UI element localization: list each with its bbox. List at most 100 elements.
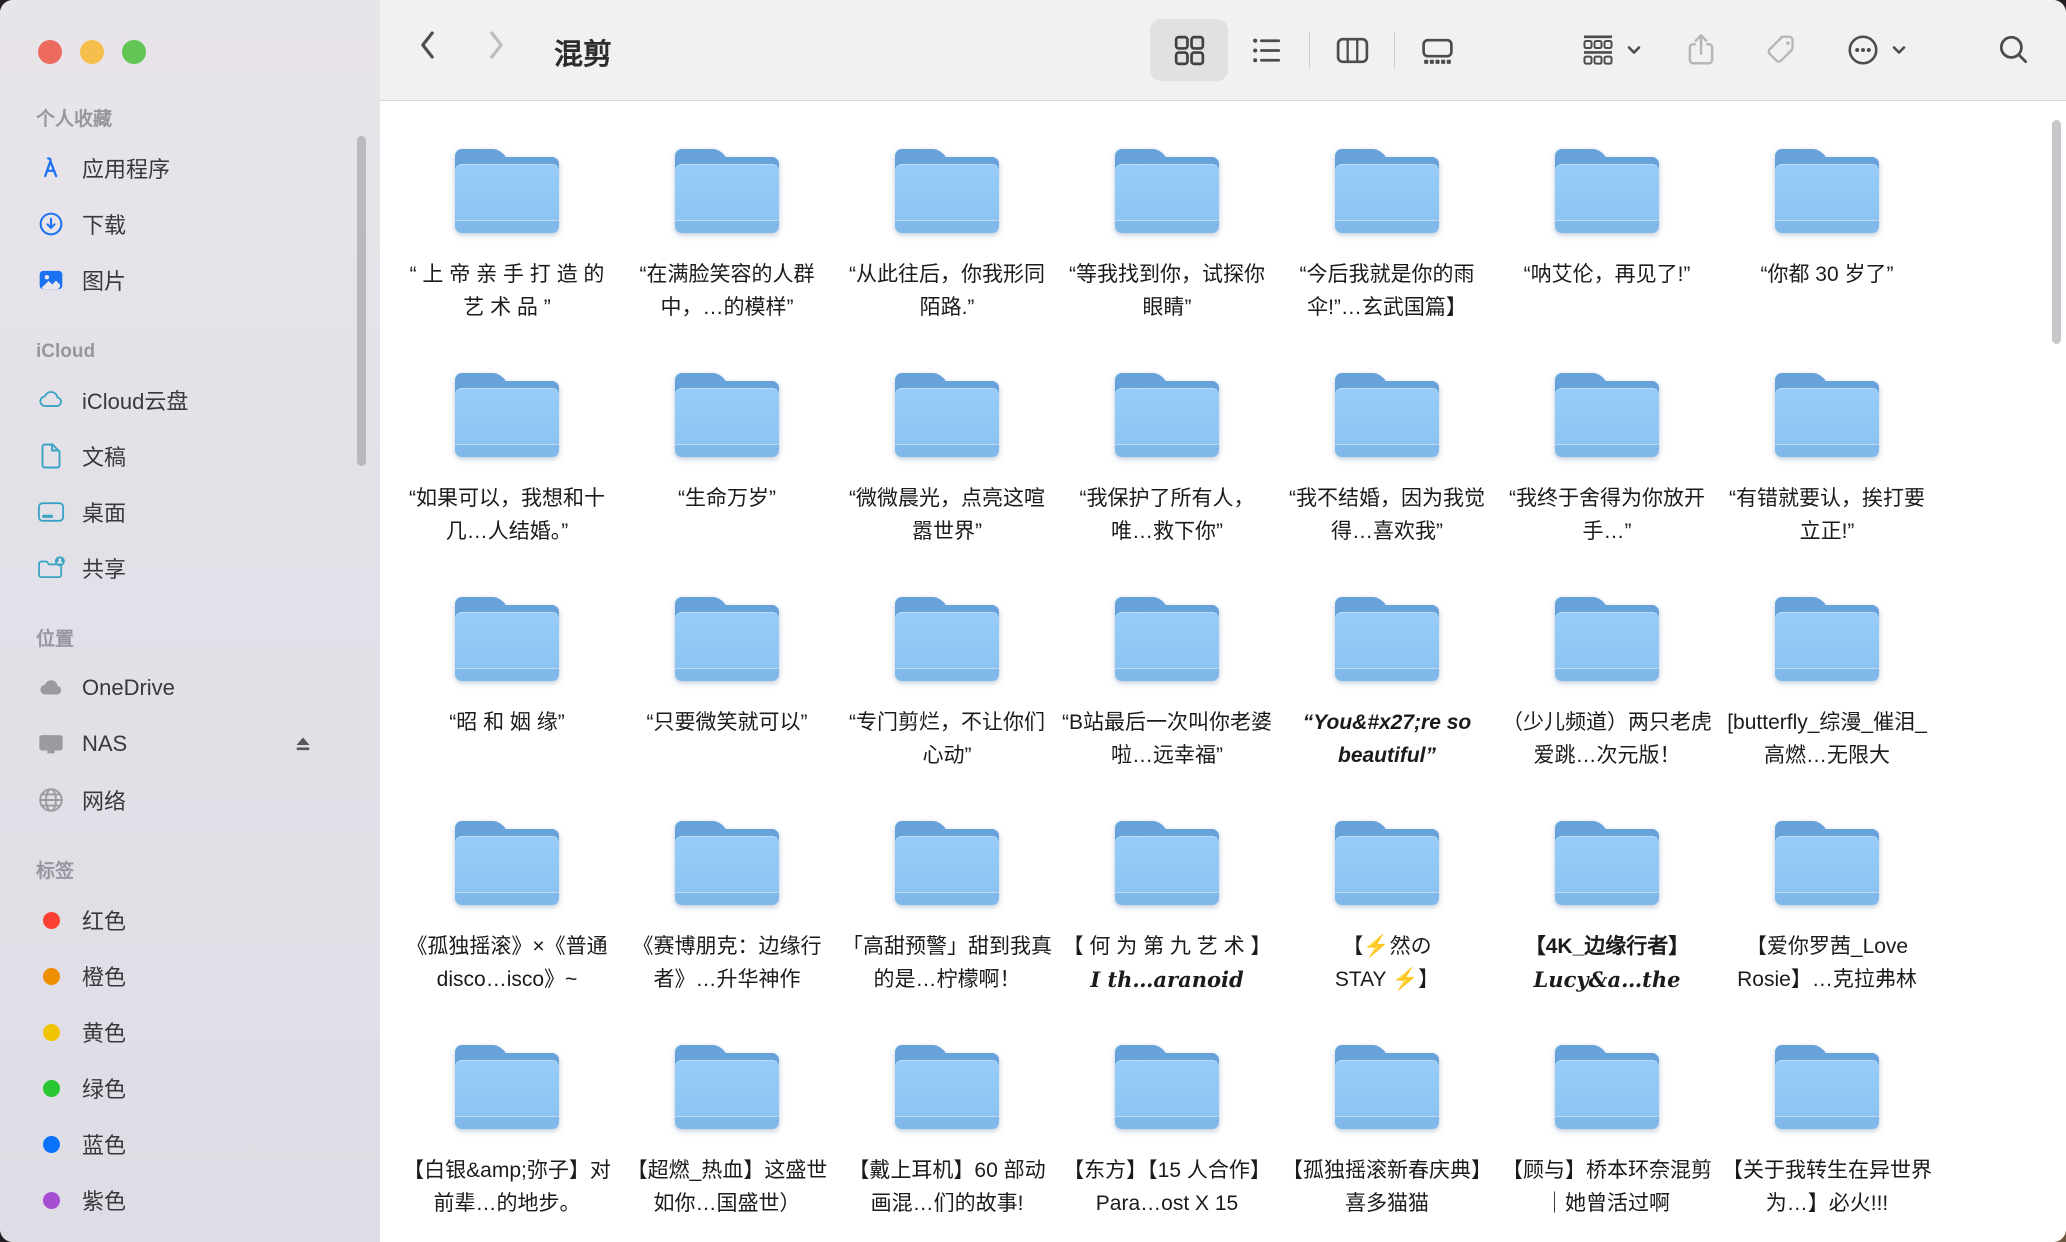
sidebar-item-downloads[interactable]: 下载 (0, 196, 380, 252)
group-button[interactable] (1580, 32, 1643, 68)
folder-item[interactable]: 【关于我转生在异世界为…】必火!!! (1717, 1031, 1937, 1242)
column-view-button[interactable] (1313, 19, 1391, 81)
folder-label: “微微晨光，点亮这喧嚣世界” (841, 482, 1053, 548)
back-button[interactable] (416, 27, 439, 63)
nav-buttons (416, 27, 508, 63)
folder-item[interactable]: “我不结婚，因为我觉得…喜欢我” (1277, 359, 1497, 583)
folder-item[interactable]: 【4K_边缘行者】Lucy&a…the moon (1497, 807, 1717, 1031)
share-button[interactable] (1683, 32, 1719, 68)
folder-item[interactable]: “在满脸笑容的人群中，…的模样” (617, 135, 837, 359)
folder-item[interactable]: 【孤独摇滚新春庆典】喜多猫猫 (1277, 1031, 1497, 1242)
folder-item[interactable]: “B站最后一次叫你老婆啦…远幸福” (1057, 583, 1277, 807)
gallery-view-button[interactable] (1398, 19, 1476, 81)
main-scrollbar[interactable] (2052, 120, 2061, 344)
folder-icon (675, 373, 779, 457)
sidebar-item-network[interactable]: 网络 (0, 772, 380, 828)
appstore-icon (36, 153, 66, 183)
view-switcher (1150, 19, 1476, 81)
folder-item[interactable]: “如果可以，我想和十几…人结婚。” (397, 359, 617, 583)
sidebar-item-tag-red[interactable]: 红色 (0, 892, 380, 948)
folder-item[interactable]: 【爱你罗茜_Love Rosie】…克拉弗林 (1717, 807, 1937, 1031)
sidebar-item-desktop[interactable]: 桌面 (0, 484, 380, 540)
folder-item[interactable]: （少儿频道）两只老虎爱跳…次元版！ (1497, 583, 1717, 807)
folder-item[interactable]: “昭 和 姻 缘” (397, 583, 617, 807)
folder-item[interactable]: “只要微笑就可以” (617, 583, 837, 807)
forward-button[interactable] (485, 27, 508, 63)
icon-view-button[interactable] (1150, 19, 1228, 81)
folder-label: “有错就要认，挨打要立正!” (1721, 482, 1933, 548)
folder-item[interactable]: “我保护了所有人，唯…救下你” (1057, 359, 1277, 583)
folder-icon (1775, 1045, 1879, 1129)
folder-icon (455, 149, 559, 233)
folder-item[interactable]: 【超燃_热血】这盛世如你…国盛世） (617, 1031, 837, 1242)
folder-item[interactable]: “有错就要认，挨打要立正!” (1717, 359, 1937, 583)
folder-item[interactable]: “呐艾伦，再见了!” (1497, 135, 1717, 359)
folder-item[interactable]: “你都 30 岁了” (1717, 135, 1937, 359)
tag-dot-icon (36, 1073, 66, 1103)
folder-item[interactable]: “今后我就是你的雨伞!”…玄武国篇】 (1277, 135, 1497, 359)
folder-item[interactable]: “You&#x27;re so beautiful” (1277, 583, 1497, 807)
minimize-button[interactable] (80, 40, 104, 64)
folder-icon (1335, 373, 1439, 457)
folder-item[interactable]: “我终于舍得为你放开手…” (1497, 359, 1717, 583)
cloud-icon (36, 385, 66, 415)
folder-item[interactable]: 【⚡然のSTAY ⚡】 (1277, 807, 1497, 1031)
sidebar-item-pictures[interactable]: 图片 (0, 252, 380, 308)
folder-item[interactable]: 【戴上耳机】60 部动画混…们的故事! (837, 1031, 1057, 1242)
sidebar-item-shared[interactable]: 共享 (0, 540, 380, 596)
sidebar-item-tag-purple[interactable]: 紫色 (0, 1172, 380, 1228)
folder-label: “我保护了所有人，唯…救下你” (1061, 482, 1273, 548)
folder-item[interactable]: [butterfly_综漫_催泪_高燃…无限大 (1717, 583, 1937, 807)
folder-label: “我不结婚，因为我觉得…喜欢我” (1281, 482, 1493, 548)
toolbar-divider (1309, 31, 1310, 69)
sidebar-item-tag-green[interactable]: 绿色 (0, 1060, 380, 1116)
list-view-button[interactable] (1228, 19, 1306, 81)
folder-item[interactable]: 《孤独摇滚》×《普通disco…isco》~ (397, 807, 617, 1031)
folder-item[interactable]: 【 何 为 第 九 艺 术 】I th…aranoid (1057, 807, 1277, 1031)
folder-item[interactable]: 【白银&amp;弥子】对前辈…的地步。 (397, 1031, 617, 1242)
globe-icon (36, 785, 66, 815)
folder-label: 【白银&amp;弥子】对前辈…的地步。 (401, 1154, 613, 1220)
sidebar-item-label: 应用程序 (82, 152, 170, 184)
more-button[interactable] (1845, 32, 1908, 68)
close-button[interactable] (38, 40, 62, 64)
folder-item[interactable]: “专门剪烂，不让你们心动” (837, 583, 1057, 807)
folder-label: “从此往后，你我形同陌路.” (841, 258, 1053, 324)
sidebar-item-onedrive[interactable]: OneDrive (0, 660, 380, 716)
sidebar-item-icloud-drive[interactable]: iCloud云盘 (0, 372, 380, 428)
sidebar-item-label: 桌面 (82, 496, 126, 528)
folder-item[interactable]: “微微晨光，点亮这喧嚣世界” (837, 359, 1057, 583)
eject-icon[interactable] (292, 733, 314, 755)
folder-label: 【 何 为 第 九 艺 术 】I th…aranoid (1061, 930, 1273, 997)
folder-item[interactable]: “ 上 帝 亲 手 打 造 的 艺 术 品 ” (397, 135, 617, 359)
folder-icon (1555, 149, 1659, 233)
zoom-button[interactable] (122, 40, 146, 64)
folder-item[interactable]: 「高甜预警」甜到我真的是…柠檬啊！ (837, 807, 1057, 1031)
folder-item[interactable]: 【顾与】桥本环奈混剪｜她曾活过啊 (1497, 1031, 1717, 1242)
folder-icon (455, 1045, 559, 1129)
tags-button[interactable] (1765, 32, 1801, 68)
folder-icon (895, 821, 999, 905)
sidebar-item-tag-blue[interactable]: 蓝色 (0, 1116, 380, 1172)
folder-icon (895, 373, 999, 457)
sidebar-item-nas[interactable]: NAS (0, 716, 380, 772)
folder-item[interactable]: “生命万岁” (617, 359, 837, 583)
folder-item[interactable]: 【东方】【15 人合作】Para…ost X 15 (1057, 1031, 1277, 1242)
folder-icon (1335, 1045, 1439, 1129)
folder-icon (675, 1045, 779, 1129)
folder-item[interactable]: “从此往后，你我形同陌路.” (837, 135, 1057, 359)
sidebar-item-tag-yellow[interactable]: 黄色 (0, 1004, 380, 1060)
sidebar-item-documents[interactable]: 文稿 (0, 428, 380, 484)
sidebar-item-label: 共享 (82, 552, 126, 584)
folder-label: 【孤独摇滚新春庆典】喜多猫猫 (1281, 1154, 1493, 1220)
sidebar-item-applications[interactable]: 应用程序 (0, 140, 380, 196)
sidebar-scrollbar[interactable] (357, 136, 366, 466)
finder-window: 个人收藏应用程序下载图片iCloudiCloud云盘文稿桌面共享位置OneDri… (0, 0, 2066, 1242)
folder-item[interactable]: “等我找到你，试探你眼睛” (1057, 135, 1277, 359)
sidebar-item-tag-orange[interactable]: 橙色 (0, 948, 380, 1004)
folder-label: 《孤独摇滚》×《普通disco…isco》~ (401, 930, 613, 996)
sidebar-section-header: 个人收藏 (36, 100, 380, 140)
sidebar-section-header: 位置 (36, 620, 380, 660)
search-button[interactable] (1996, 32, 2032, 68)
folder-item[interactable]: 《赛博朋克：边缘行者》…升华神作 (617, 807, 837, 1031)
